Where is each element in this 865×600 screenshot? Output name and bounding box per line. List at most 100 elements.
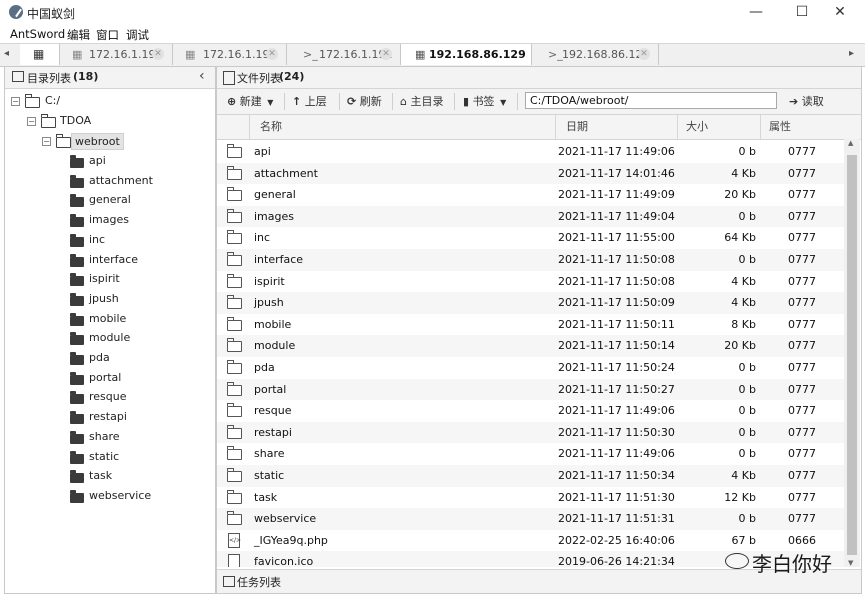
tree-node[interactable]: inc [5,230,215,250]
folder-icon [70,332,84,346]
file-date: 2021-11-17 11:51:30 [558,490,675,504]
file-date: 2021-11-17 11:50:11 [558,317,675,331]
scroll-up-icon[interactable]: ▲ [848,139,853,147]
file-size: 4 Kb [731,166,756,180]
tab-close-icon[interactable]: ✕ [380,48,392,60]
tree-node[interactable]: static [5,447,215,467]
filemanager-icon: ▦ [415,48,426,61]
tab-scroll-left-icon[interactable]: ◂ [4,48,9,59]
minimize-button[interactable]: — [733,0,779,25]
tab-shell-2[interactable]: ▦ 172.16.1.192 ✕ [173,44,287,65]
table-row[interactable]: images 2021-11-17 11:49:04 0 b 0777 [217,205,844,228]
filemanager-icon: ▦ [72,48,83,61]
file-name: jpush [254,296,284,310]
refresh-button[interactable]: ⟳ 刷新 [347,93,382,110]
tab-terminal-1[interactable]: >_ 172.16.1.192 ✕ [287,44,401,65]
close-button[interactable]: ✕ [817,0,863,25]
table-row[interactable]: general 2021-11-17 11:49:09 20 Kb 0777 [217,184,844,206]
file-panel-header: 文件列表 (24) [217,67,861,89]
tree-node[interactable]: resque [5,387,215,407]
tab-shell-1[interactable]: ▦ 172.16.1.192 ✕ [60,44,173,65]
tab-terminal-2[interactable]: >_ 192.168.86.129 ✕ [532,44,659,65]
path-input[interactable] [525,92,777,109]
image-file-icon [228,554,240,567]
table-row[interactable]: </> _IGYea9q.php 2022-02-25 16:40:06 67 b 06… [217,530,844,552]
tab-shell-active[interactable]: ▦ 192.168.86.129 [401,44,532,65]
folder-icon [227,360,242,374]
collapse-icon[interactable]: − [11,97,20,106]
file-icon [223,71,235,85]
table-row[interactable]: interface 2021-11-17 11:50:08 0 b 0777 [217,249,844,271]
tab-close-icon[interactable]: ✕ [152,48,164,60]
table-row[interactable]: jpush 2021-11-17 11:50:09 4 Kb 0777 [217,292,844,314]
tab-scroll-right-icon[interactable]: ▸ [849,48,854,59]
tree-node[interactable]: images [5,210,215,230]
table-row[interactable]: pda 2021-11-17 11:50:24 0 b 0777 [217,357,844,379]
file-attr: 0777 [788,404,816,418]
tree-node[interactable]: interface [5,250,215,270]
table-row[interactable]: ispirit 2021-11-17 11:50:08 4 Kb 0777 [217,271,844,293]
file-date: 2021-11-17 11:55:00 [558,231,675,245]
collapse-icon[interactable]: − [27,117,36,126]
tree-node[interactable]: general [5,190,215,210]
home-button[interactable]: ⌂ 主目录 [400,93,443,110]
column-size[interactable]: 大小 [677,115,760,139]
folder-icon [227,187,242,202]
scrollbar-thumb[interactable] [847,155,857,555]
column-date[interactable]: 日期 [555,115,677,139]
table-row[interactable]: static 2021-11-17 11:50:34 4 Kb 0777 [217,465,844,487]
table-row[interactable]: task 2021-11-17 11:51:30 12 Kb 0777 [217,487,844,509]
scroll-down-icon[interactable]: ▼ [848,559,853,567]
table-row[interactable]: attachment 2021-11-17 14:01:46 4 Kb 0777 [217,162,844,185]
tree-node-root[interactable]: − C:/ [5,91,215,111]
tree-node[interactable]: task [5,466,215,486]
column-attr[interactable]: 属性 [760,115,844,139]
tree-label: interface [89,252,139,266]
menu-edit[interactable]: 编辑 [67,27,90,43]
tree-node[interactable]: restapi [5,407,215,427]
tree-node-tdoa[interactable]: − TDOA [5,111,215,131]
menu-debug[interactable]: 调试 [126,27,149,43]
folder-icon [70,411,84,425]
folder-icon [70,233,84,247]
table-row[interactable]: inc 2021-11-17 11:55:00 64 Kb 0777 [217,227,844,249]
table-row[interactable]: portal 2021-11-17 11:50:27 0 b 0777 [217,378,844,401]
table-row[interactable]: mobile 2021-11-17 11:50:11 8 Kb 0777 [217,314,844,336]
tree-node[interactable]: ispirit [5,269,215,289]
tree-node[interactable]: webservice [5,486,215,506]
tree-node[interactable]: share [5,427,215,447]
table-row[interactable]: share 2021-11-17 11:49:06 0 b 0777 [217,443,844,465]
folder-icon [25,94,40,108]
file-table-body: api 2021-11-17 11:49:06 0 b 0777 attachment… [217,141,844,567]
table-row[interactable]: webservice 2021-11-17 11:51:31 0 b 0777 [217,508,844,530]
tree-node[interactable]: module [5,328,215,348]
table-row[interactable]: module 2021-11-17 11:50:14 20 Kb 0777 [217,335,844,357]
tab-close-icon[interactable]: ✕ [638,48,650,60]
menu-window[interactable]: 窗口 [96,27,119,43]
collapse-icon[interactable]: − [42,137,51,146]
tree-node[interactable]: portal [5,368,215,388]
tree-node[interactable]: pda [5,348,215,368]
tree-node-webroot[interactable]: − webroot [5,131,215,151]
terminal-icon: >_ [548,48,563,61]
up-button[interactable]: ↑ 上层 [292,93,327,110]
tree-node[interactable]: api [5,151,215,171]
table-row[interactable]: api 2021-11-17 11:49:06 0 b 0777 [217,141,844,163]
table-row[interactable]: resque 2021-11-17 11:49:06 0 b 0777 [217,400,844,422]
tree-node[interactable]: jpush [5,289,215,309]
read-button[interactable]: ➔ 读取 [789,93,824,110]
menu-antsword[interactable]: AntSword [10,27,65,41]
tree-node[interactable]: attachment [5,171,215,191]
file-name: restapi [254,425,292,439]
tree-node[interactable]: mobile [5,309,215,329]
tab-close-icon[interactable]: ✕ [266,48,278,60]
bookmark-button[interactable]: ▮ 书签 ▼ [463,93,506,110]
column-name[interactable]: 名称 [249,115,555,139]
new-button[interactable]: ⊕ 新建 ▼ [227,93,273,110]
terminal-icon: >_ [303,48,318,61]
collapse-panel-icon[interactable]: ‹ [199,68,205,84]
folder-icon [70,371,84,385]
table-row[interactable]: favicon.ico 2019-06-26 14:21:34 [217,551,844,567]
tab-home[interactable]: ▦ [20,44,60,65]
table-row[interactable]: restapi 2021-11-17 11:50:30 0 b 0777 [217,421,844,444]
